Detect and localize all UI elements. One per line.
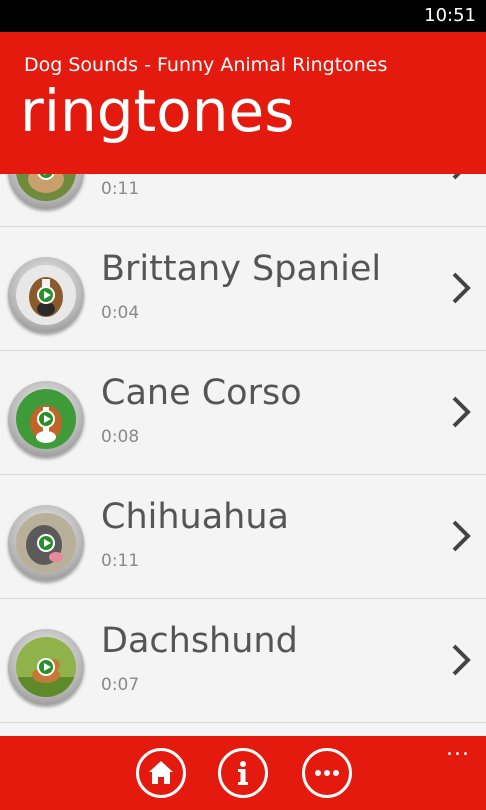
- status-time: 10:51: [424, 5, 476, 26]
- ringtone-duration: 0:11: [101, 179, 140, 199]
- page-header: Dog Sounds - Funny Animal Ringtones ring…: [0, 32, 486, 174]
- app-bar-expand-ellipsis[interactable]: ...: [446, 738, 470, 760]
- home-icon: [149, 761, 173, 784]
- status-bar: 10:51: [0, 0, 486, 32]
- ringtone-row[interactable]: Dachshund 0:07: [0, 599, 486, 723]
- play-icon: [37, 286, 55, 304]
- chevron-right-icon[interactable]: [450, 174, 472, 181]
- info-icon: [238, 761, 248, 785]
- ringtone-row[interactable]: Cane Corso 0:08: [0, 351, 486, 475]
- ringtone-name: Cane Corso: [101, 373, 302, 413]
- ringtone-name: Chihuahua: [101, 497, 289, 537]
- play-icon: [37, 410, 55, 428]
- play-icon: [37, 658, 55, 676]
- ringtone-row[interactable]: 0:11: [0, 174, 486, 227]
- ringtone-duration: 0:08: [101, 427, 140, 447]
- home-button[interactable]: [136, 748, 186, 798]
- ringtone-duration: 0:04: [101, 303, 140, 323]
- ringtone-button-icon[interactable]: [8, 381, 84, 457]
- ringtone-button-icon[interactable]: [8, 505, 84, 581]
- ringtone-button-icon[interactable]: [8, 629, 84, 705]
- ellipsis-icon: [315, 770, 339, 776]
- ringtone-row[interactable]: Brittany Spaniel 0:04: [0, 227, 486, 351]
- ringtone-row[interactable]: Chihuahua 0:11: [0, 475, 486, 599]
- ringtone-name: Brittany Spaniel: [101, 249, 382, 289]
- app-title: Dog Sounds - Funny Animal Ringtones: [24, 54, 388, 76]
- ringtone-button-icon[interactable]: [8, 174, 84, 209]
- chevron-right-icon[interactable]: [450, 519, 472, 553]
- app-bar: ...: [0, 736, 486, 810]
- page-title: ringtones: [20, 77, 295, 145]
- more-options-button[interactable]: [302, 748, 352, 798]
- ringtone-button-icon[interactable]: [8, 257, 84, 333]
- chevron-right-icon[interactable]: [450, 271, 472, 305]
- ringtone-name: Dachshund: [101, 621, 298, 661]
- chevron-right-icon[interactable]: [450, 643, 472, 677]
- ringtone-duration: 0:11: [101, 551, 140, 571]
- play-icon: [37, 534, 55, 552]
- ringtone-list[interactable]: 0:11 Brittany Spaniel 0:04 Cane Corso 0:…: [0, 174, 486, 736]
- info-button[interactable]: [218, 748, 268, 798]
- chevron-right-icon[interactable]: [450, 395, 472, 429]
- ringtone-duration: 0:07: [101, 675, 140, 695]
